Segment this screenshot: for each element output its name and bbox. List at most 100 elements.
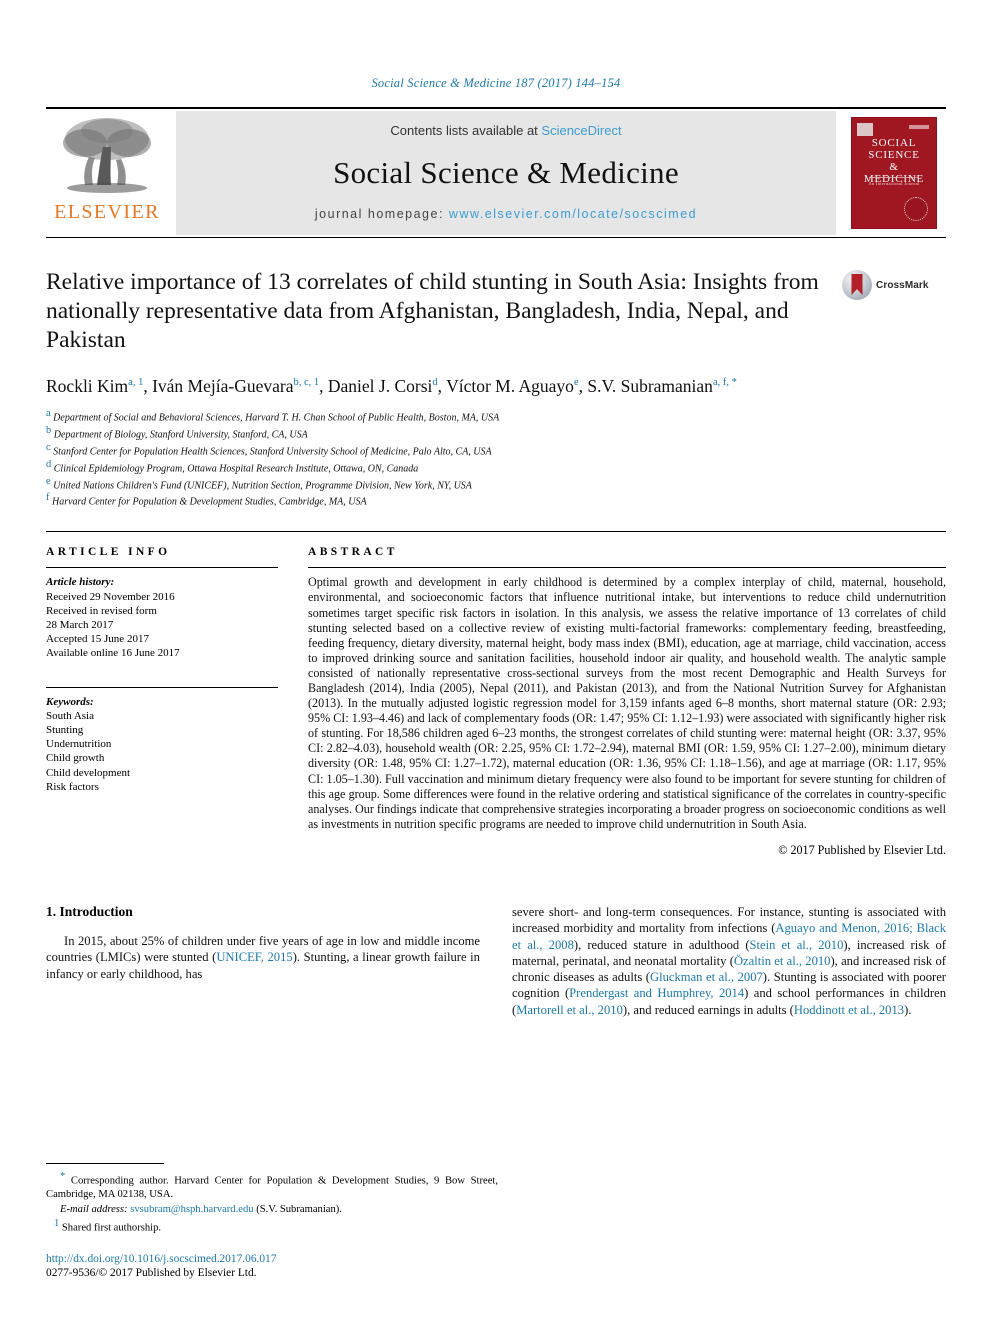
article-info-heading: ARTICLE INFO [46, 546, 171, 559]
author-name[interactable]: S.V. Subramanian [587, 376, 713, 396]
email-link[interactable]: svsubram@hsph.harvard.edu [130, 1204, 253, 1215]
history-item: 28 March 2017 [46, 618, 114, 631]
article-history: Article history: Received 29 November 20… [46, 568, 278, 660]
elsevier-tree-icon [63, 118, 151, 193]
cover-rule [869, 177, 919, 178]
crossmark-badge[interactable]: CrossMark [842, 270, 946, 300]
journal-cover-thumbnail: SOCIAL SCIENCE & MEDICINE An International … [842, 109, 946, 237]
author-name[interactable]: Rockli Kim [46, 376, 128, 396]
affiliation-text: Harvard Center for Population & Developm… [52, 496, 367, 508]
keyword-item: South Asia [46, 709, 94, 722]
shared-authorship-text: Shared first authorship. [61, 1222, 162, 1234]
affiliation-item: b Department of Biology, Stanford Univer… [46, 425, 946, 442]
author-list: Rockli Kima, 1, Iván Mejía-Guevarab, c, … [46, 375, 737, 396]
article-history-label: Article history: [46, 576, 115, 589]
affiliation-text: Department of Biology, Stanford Universi… [53, 429, 308, 441]
doi-block: http://dx.doi.org/10.1016/j.socscimed.20… [46, 1252, 498, 1281]
cover-subtitle: An International Journal [868, 181, 920, 186]
affiliation-item: e United Nations Children's Fund (UNICEF… [46, 476, 946, 493]
citation-link[interactable]: UNICEF, 2015 [216, 950, 292, 964]
section-heading-introduction: 1. Introduction [46, 903, 133, 919]
history-item: Accepted 15 June 2017 [46, 633, 149, 646]
author-name[interactable]: Víctor M. Aguayo [446, 376, 574, 396]
email-note: E-mail address: svsubram@hsph.harvard.ed… [46, 1203, 498, 1216]
history-item: Available online 16 June 2017 [46, 647, 180, 660]
sciencedirect-link[interactable]: ScienceDirect [541, 123, 621, 138]
intro-paragraph-left: In 2015, about 25% of children under fiv… [46, 933, 480, 982]
affiliation-mark: e [46, 475, 51, 487]
body-text: ). [904, 1002, 912, 1017]
author-affiliation-marks: a, 1 [128, 377, 144, 388]
author-affiliation-marks: d [432, 377, 438, 388]
article-info-column: ARTICLE INFO Article history: Received 2… [46, 546, 278, 858]
keyword-item: Stunting [46, 723, 84, 736]
homepage-prefix: journal homepage: [314, 207, 449, 221]
affiliation-mark: b [46, 424, 52, 436]
journal-homepage-line: journal homepage: www.elsevier.com/locat… [315, 207, 697, 221]
citation-link[interactable]: Martorell et al., 2010 [516, 1003, 623, 1017]
abstract-text: Optimal growth and development in early … [308, 575, 946, 831]
footnote-block: * Corresponding author. Harvard Center f… [46, 1163, 498, 1281]
email-suffix: (S.V. Subramanian). [256, 1203, 342, 1215]
corresponding-author-text: Corresponding author. Harvard Center for… [46, 1175, 498, 1201]
affiliation-item: c Stanford Center for Population Health … [46, 442, 946, 459]
contents-prefix: Contents lists available at [390, 123, 542, 138]
keyword-item: Undernutrition [46, 738, 112, 751]
journal-title: Social Science & Medicine [333, 154, 679, 190]
author-affiliation-marks: e [573, 377, 579, 388]
body-column-left: 1. Introduction In 2015, about 25% of ch… [46, 904, 480, 1018]
crossmark-icon [842, 270, 872, 300]
affiliation-mark: d [46, 458, 52, 470]
journal-cover-image: SOCIAL SCIENCE & MEDICINE An International … [851, 117, 937, 229]
elsevier-wordmark: ELSEVIER [54, 201, 160, 223]
history-item: Received in revised form [46, 604, 157, 617]
affiliation-item: d Clinical Epidemiology Program, Ottawa … [46, 459, 946, 476]
footnote-rule [46, 1163, 164, 1165]
citation-link[interactable]: Gluckman et al., 2007 [650, 970, 763, 984]
journal-homepage-link[interactable]: www.elsevier.com/locate/socscimed [449, 207, 697, 221]
abstract-copyright: © 2017 Published by Elsevier Ltd. [778, 842, 946, 857]
citation-link[interactable]: Prendergast and Humphrey, 2014 [569, 986, 744, 1000]
keyword-item: Child development [46, 766, 131, 779]
masthead-center: Contents lists available at ScienceDirec… [176, 111, 836, 235]
cover-issue-line [909, 125, 929, 129]
abstract-column: ABSTRACT Optimal growth and development … [308, 546, 946, 858]
intro-paragraph-right: severe short- and long-term consequences… [512, 904, 946, 1018]
keyword-item: Risk factors [46, 780, 99, 793]
affiliation-mark: f [46, 492, 50, 504]
author-name[interactable]: Daniel J. Corsi [328, 376, 433, 396]
body-text: ), reduced stature in adulthood ( [573, 937, 750, 952]
crossmark-label: CrossMark [876, 279, 929, 291]
cover-seal-icon [904, 197, 928, 221]
shared-authorship-mark: 1 [54, 1218, 60, 1230]
journal-masthead: ELSEVIER Contents lists available at Sci… [46, 107, 946, 238]
affiliation-item: f Harvard Center for Population & Develo… [46, 492, 946, 509]
affiliation-text: Stanford Center for Population Health Sc… [53, 446, 492, 457]
author-affiliation-marks: b, c, 1 [293, 377, 320, 388]
author-affiliation-marks: a, f, * [712, 377, 737, 388]
elsevier-logo: ELSEVIER [46, 109, 168, 237]
title-block: Relative importance of 13 correlates of … [46, 268, 946, 355]
contents-available-line: Contents lists available at ScienceDirec… [390, 123, 621, 138]
issn-copyright-line: 0277-9536/© 2017 Published by Elsevier L… [46, 1267, 257, 1279]
running-head: Social Science & Medicine 187 (2017) 144… [371, 76, 621, 90]
affiliation-item: a Department of Social and Behavioral Sc… [46, 408, 946, 425]
author-name[interactable]: Iván Mejía-Guevara [152, 376, 293, 396]
affiliation-list: a Department of Social and Behavioral Sc… [46, 408, 946, 510]
article-page: Social Science & Medicine 187 (2017) 144… [0, 0, 992, 1323]
cover-logo-block [857, 123, 873, 136]
affiliation-text: United Nations Children's Fund (UNICEF),… [53, 479, 472, 491]
doi-link[interactable]: http://dx.doi.org/10.1016/j.socscimed.20… [46, 1252, 498, 1266]
shared-authorship-note: 1 Shared first authorship. [46, 1217, 498, 1235]
keyword-item: Child growth [46, 752, 105, 765]
citation-link[interactable]: Özaltin et al., 2010 [734, 954, 831, 968]
body-column-right: severe short- and long-term consequences… [512, 904, 946, 1018]
citation-link[interactable]: Stein et al., 2010 [750, 938, 844, 952]
corresponding-author-mark: * [60, 1171, 66, 1183]
affiliation-mark: a [46, 407, 51, 419]
citation-link[interactable]: Hoddinott et al., 2013 [794, 1003, 904, 1017]
affiliation-text: Clinical Epidemiology Program, Ottawa Ho… [53, 462, 419, 474]
affiliation-mark: c [46, 441, 51, 453]
history-item: Received 29 November 2016 [46, 590, 175, 603]
email-label: E-mail address: [60, 1203, 128, 1215]
